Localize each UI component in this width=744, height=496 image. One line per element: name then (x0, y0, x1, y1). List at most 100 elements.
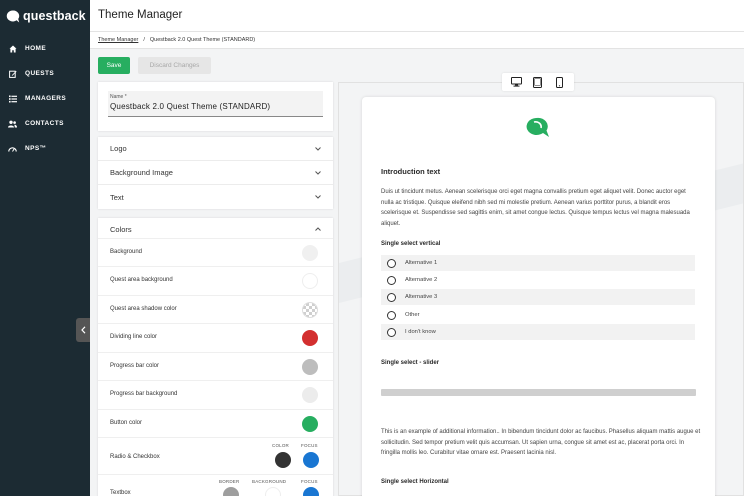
breadcrumb-separator: / (143, 37, 145, 43)
nav-label: HOME (25, 45, 47, 52)
question-title: Single select vertical (381, 241, 441, 247)
chevron-left-icon (80, 321, 86, 339)
question-title: Single select - slider (381, 360, 440, 366)
gauge-icon (8, 144, 17, 153)
color-label: Radio & Checkbox (110, 454, 160, 460)
section-background-image[interactable]: Background Image (98, 161, 333, 185)
intro-body: Duis ut tincidunt metus. Aenean sceleris… (381, 189, 690, 227)
nav-label: CONTACTS (25, 120, 64, 127)
color-row-textbox: Textbox BORDER BACKGROUND FOCUS (98, 474, 333, 496)
app-header: Theme Manager (90, 0, 744, 32)
color-swatch[interactable] (302, 273, 318, 289)
contacts-icon (8, 119, 17, 128)
radio-option[interactable]: Alternative 1 (381, 255, 695, 271)
section-text[interactable]: Text (98, 185, 333, 209)
radio-button[interactable] (387, 310, 396, 320)
color-label: Progress bar color (110, 363, 160, 369)
color-label: Quest area shadow color (110, 306, 177, 312)
theme-name-card: Name * Questback 2.0 Quest Theme (STANDA… (98, 82, 333, 131)
background-swatch[interactable] (265, 487, 281, 496)
radio-button[interactable] (387, 258, 396, 268)
chevron-up-icon (315, 226, 321, 232)
questback-logo-icon (6, 9, 20, 23)
theme-name-value: Questback 2.0 Quest Theme (STANDARD) (110, 102, 271, 111)
color-swatch[interactable] (275, 452, 291, 468)
nav-label: QUESTS (25, 70, 55, 77)
collapse-panel-button[interactable] (76, 318, 90, 342)
list-icon (8, 94, 17, 103)
radio-option[interactable]: I don't know (381, 324, 695, 340)
chevron-down-icon (315, 146, 321, 152)
section-logo[interactable]: Logo (98, 137, 333, 161)
color-label: Quest area background (110, 277, 173, 283)
radio-option[interactable]: Alternative 3 (381, 289, 695, 305)
tablet-icon[interactable] (532, 76, 544, 88)
color-swatch[interactable] (302, 302, 318, 318)
color-row-progress-bar-background: Progress bar background (98, 380, 333, 408)
color-row-progress-bar: Progress bar color (98, 352, 333, 380)
option-label: Alternative 3 (405, 294, 438, 300)
colors-header[interactable]: Colors (98, 218, 333, 240)
radio-option[interactable]: Alternative 2 (381, 272, 695, 288)
option-label: Other (405, 312, 420, 318)
color-swatch[interactable] (302, 416, 318, 432)
option-label: I don't know (405, 329, 436, 335)
breadcrumb-link-theme-manager[interactable]: Theme Manager (98, 37, 138, 43)
theme-sections: Logo Background Image Text (98, 137, 333, 209)
mobile-icon[interactable] (553, 76, 565, 88)
breadcrumb-current: Questback 2.0 Quest Theme (STANDARD) (149, 37, 256, 43)
radio-button[interactable] (387, 292, 396, 302)
color-swatch[interactable] (302, 359, 318, 375)
color-row-dividing-line: Dividing line color (98, 323, 333, 351)
save-button[interactable]: Save (98, 57, 130, 74)
radio-button[interactable] (387, 327, 396, 337)
option-label: Alternative 2 (405, 277, 438, 283)
nav-item-quests[interactable]: QUESTS (0, 61, 90, 86)
radio-option[interactable]: Other (381, 307, 695, 323)
focus-swatch[interactable] (303, 452, 319, 468)
sidebar: questback HOME QUESTS MANAGERS CONTACTS (0, 0, 90, 496)
color-row-button: Button color (98, 409, 333, 437)
border-sublabel: BORDER (219, 479, 240, 484)
brand-logo[interactable]: questback (0, 0, 90, 32)
nav-item-nps[interactable]: NPS™ (0, 136, 90, 161)
focus-swatch[interactable] (303, 487, 319, 496)
focus-sublabel: FOCUS (301, 443, 318, 448)
survey-preview-card: Introduction text Duis ut tincidunt metu… (362, 97, 715, 496)
theme-name-field[interactable]: Name * Questback 2.0 Quest Theme (STANDA… (108, 91, 323, 117)
home-icon (8, 44, 17, 53)
slider-track[interactable] (381, 389, 696, 396)
question-title: Single select Horizontal (381, 479, 449, 485)
focus-sublabel: FOCUS (301, 479, 318, 484)
color-row-background: Background (98, 238, 333, 266)
radio-button[interactable] (387, 275, 396, 285)
color-swatch[interactable] (302, 330, 318, 346)
nav-item-home[interactable]: HOME (0, 36, 90, 61)
nav-item-managers[interactable]: MANAGERS (0, 86, 90, 111)
color-sublabel: COLOR (272, 443, 290, 448)
nav-label: MANAGERS (25, 95, 67, 102)
border-swatch[interactable] (223, 487, 239, 496)
theme-name-label: Name * (110, 94, 127, 100)
edit-icon (8, 69, 17, 78)
background-sublabel: BACKGROUND (252, 479, 287, 484)
color-swatch[interactable] (302, 387, 318, 403)
nav-item-contacts[interactable]: CONTACTS (0, 111, 90, 136)
colors-section: Colors Background Quest area background … (98, 218, 333, 496)
breadcrumb: Theme Manager / Questback 2.0 Quest Them… (90, 32, 744, 49)
color-label: Progress bar background (110, 391, 178, 397)
desktop-icon[interactable] (511, 76, 523, 88)
color-label: Dividing line color (110, 334, 158, 340)
main-nav: HOME QUESTS MANAGERS CONTACTS NPS™ (0, 36, 90, 161)
brand-name: questback (23, 9, 86, 23)
section-title: Colors (110, 224, 132, 234)
intro-title: Introduction text (381, 167, 441, 176)
color-label: Textbox (110, 490, 131, 496)
color-row-quest-area-shadow: Quest area shadow color (98, 295, 333, 323)
color-swatch[interactable] (302, 245, 318, 261)
color-label: Button color (110, 420, 143, 426)
discard-changes-button[interactable]: Discard Changes (138, 57, 211, 74)
color-label: Background (110, 249, 143, 255)
info-body: This is an example of additional informa… (381, 429, 701, 457)
color-row-quest-area-background: Quest area background (98, 266, 333, 294)
